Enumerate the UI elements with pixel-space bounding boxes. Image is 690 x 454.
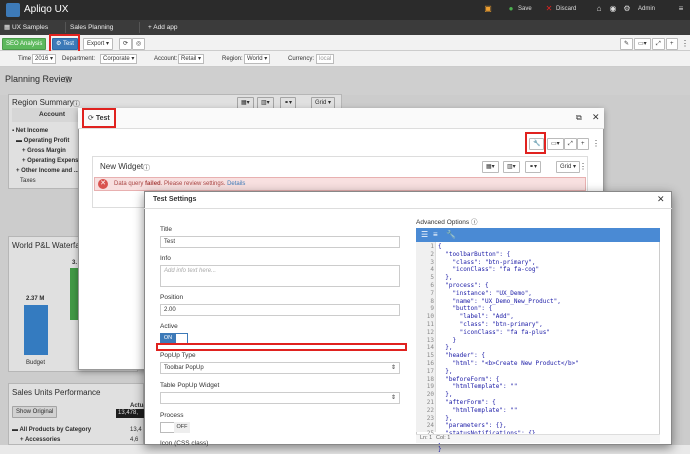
- title-input[interactable]: Test: [160, 236, 400, 248]
- popup-type-select[interactable]: Toolbar PopUp ⇕: [160, 362, 400, 374]
- table-popup-widget-select[interactable]: ⇕: [160, 392, 400, 404]
- error-details-link[interactable]: Details: [227, 181, 245, 187]
- account-label: Account:: [154, 56, 178, 62]
- popout-icon[interactable]: ⧉: [576, 113, 582, 123]
- chevron-down-icon: ⇕: [390, 395, 396, 401]
- line-numbers: 1 2 3 4 5 6 7 8 9 10 11 12 13 14 15 16 1…: [426, 243, 434, 445]
- error-icon: ✕: [98, 179, 108, 189]
- new-widget-title: New Widget: [100, 162, 144, 171]
- region-select[interactable]: World ▾: [244, 54, 271, 64]
- settings-icon[interactable]: ⚙: [622, 4, 632, 14]
- table-popup-widget-label: Table PopUp Widget: [160, 382, 220, 389]
- home-icon[interactable]: ⌂: [594, 4, 604, 14]
- link-icon[interactable]: ⚭▾: [525, 161, 542, 173]
- chart-icon[interactable]: ▥▾: [503, 161, 520, 173]
- grid-select[interactable]: Grid ▾: [556, 161, 581, 173]
- dialog-header: [144, 191, 672, 209]
- time-select[interactable]: 2016 ▾: [32, 54, 57, 64]
- process-label: Process: [160, 412, 184, 419]
- add-app-button[interactable]: + Add app: [148, 22, 177, 33]
- info-textarea[interactable]: Add info text here...: [160, 265, 400, 287]
- dialog-title: Test Settings: [153, 196, 197, 203]
- time-label: Time: [18, 56, 32, 62]
- highlight-modal-title: [82, 108, 116, 128]
- currency-label: Currency:: [288, 56, 315, 62]
- add-widget-icon[interactable]: +: [666, 38, 678, 50]
- menu-icon[interactable]: ≡: [676, 4, 686, 14]
- test-modal-header: [78, 108, 604, 129]
- folder-icon[interactable]: ▣: [483, 4, 493, 14]
- highlight-wrench-button: [525, 132, 546, 154]
- chevron-down-icon: ⇕: [390, 365, 396, 371]
- seo-analysis-button[interactable]: SEO Analysis: [2, 38, 47, 50]
- more-vertical-icon[interactable]: ⋮: [579, 162, 587, 171]
- account-select[interactable]: Retail ▾: [178, 54, 205, 64]
- position-label: Position: [160, 294, 184, 301]
- apliqo-logo: [6, 3, 20, 17]
- title-label: Title: [160, 226, 173, 233]
- filter-button[interactable]: ◎: [132, 38, 146, 50]
- info-icon[interactable]: ⓘ: [471, 219, 478, 226]
- save-icon[interactable]: ●: [506, 4, 516, 14]
- close-icon[interactable]: ✕: [592, 112, 600, 123]
- user-icon[interactable]: ◉: [608, 4, 618, 14]
- fullscreen-icon[interactable]: ⤢: [564, 138, 577, 150]
- department-select[interactable]: Corporate ▾: [100, 54, 138, 64]
- fullscreen-icon[interactable]: ⤢: [652, 38, 665, 50]
- region-label: Region:: [222, 56, 243, 62]
- compact-icon[interactable]: ≡: [433, 230, 438, 239]
- layout-button[interactable]: ▭▾: [547, 138, 564, 150]
- icon-css-class-label: Icon (CSS class): [160, 440, 209, 447]
- repair-icon[interactable]: 🔧: [446, 230, 456, 239]
- tab-sales-planning[interactable]: Sales Planning: [70, 22, 140, 33]
- admin-menu[interactable]: Admin: [638, 6, 655, 12]
- edit-icon[interactable]: ✎: [620, 38, 634, 50]
- more-vertical-icon[interactable]: ⋮: [681, 39, 689, 48]
- close-icon[interactable]: ✕: [657, 194, 665, 205]
- export-button[interactable]: Export ▾: [83, 38, 114, 50]
- highlight-active-row: [156, 343, 407, 351]
- editor-status-bar: [416, 434, 660, 443]
- active-label: Active: [160, 323, 178, 330]
- layout-button[interactable]: ▭▾: [634, 38, 651, 50]
- top-bar: [0, 0, 690, 20]
- info-label: Info: [160, 255, 171, 262]
- grid-icon: ▦: [4, 24, 12, 31]
- tab-ux-samples[interactable]: ▦ UX Samples: [4, 22, 66, 33]
- status-column: Col: 1: [436, 435, 451, 441]
- app-title: Apliqo UX: [24, 4, 69, 15]
- add-widget-icon[interactable]: +: [577, 138, 589, 150]
- department-label: Department:: [62, 56, 96, 62]
- position-input[interactable]: 2.00: [160, 304, 400, 316]
- json-code[interactable]: { "toolbarButton": { "class": "btn-prima…: [438, 243, 579, 454]
- discard-button[interactable]: Discard: [556, 6, 576, 12]
- process-toggle-off: OFF: [174, 422, 190, 433]
- table-icon[interactable]: ▦▾: [482, 161, 499, 173]
- status-line: Ln: 1: [420, 435, 433, 441]
- more-vertical-icon[interactable]: ⋮: [592, 139, 600, 148]
- format-icon[interactable]: ☰: [421, 230, 428, 239]
- info-icon[interactable]: ⓘ: [143, 163, 150, 173]
- advanced-options-label: Advanced Options ⓘ: [416, 219, 478, 226]
- error-message: Data query failed. Please review setting…: [114, 181, 246, 187]
- save-button[interactable]: Save: [518, 6, 532, 12]
- currency-select[interactable]: local: [316, 54, 335, 64]
- popup-type-label: PopUp Type: [160, 352, 196, 359]
- discard-icon[interactable]: ✕: [544, 4, 554, 14]
- refresh-button[interactable]: ⟳: [119, 38, 133, 50]
